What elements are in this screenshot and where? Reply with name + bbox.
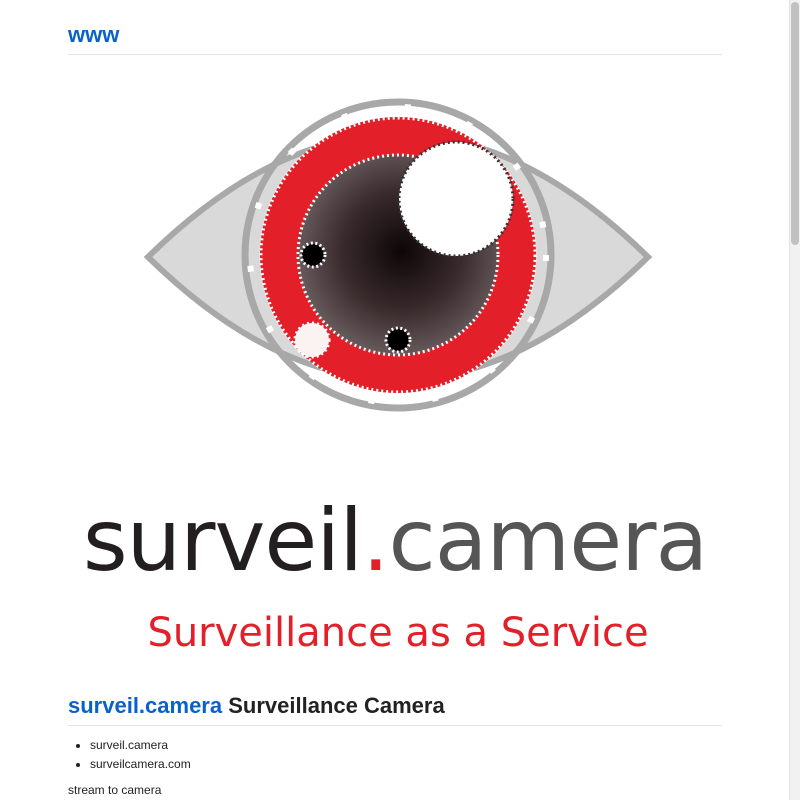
surveil-camera-logo: surveil.camera Surveillance as a Service (68, 82, 722, 682)
scrollbar-thumb[interactable] (791, 2, 799, 245)
eye-icon (143, 98, 653, 412)
tagline: Surveillance as a Service (147, 610, 648, 656)
section-heading: surveil.camera Surveillance Camera (68, 691, 722, 726)
wordmark-surveil: surveil (83, 491, 362, 591)
page: www surveil.camera Surveillance as a Ser… (0, 0, 800, 800)
list-item: surveilcamera.com (90, 755, 191, 774)
wordmark-dot: . (362, 491, 388, 591)
list-item: surveil.camera (90, 736, 191, 755)
wordmark-camera: camera (388, 491, 707, 591)
heading-text: Surveillance Camera (222, 693, 445, 718)
site-header: www (68, 22, 722, 55)
heading-link[interactable]: surveil.camera (68, 693, 222, 718)
intro-text: stream to camera (68, 783, 162, 797)
site-title-link[interactable]: www (68, 22, 119, 47)
scrollbar[interactable] (789, 0, 800, 800)
domain-list: surveil.camera surveilcamera.com (68, 736, 191, 774)
wordmark: surveil.camera (83, 491, 707, 591)
